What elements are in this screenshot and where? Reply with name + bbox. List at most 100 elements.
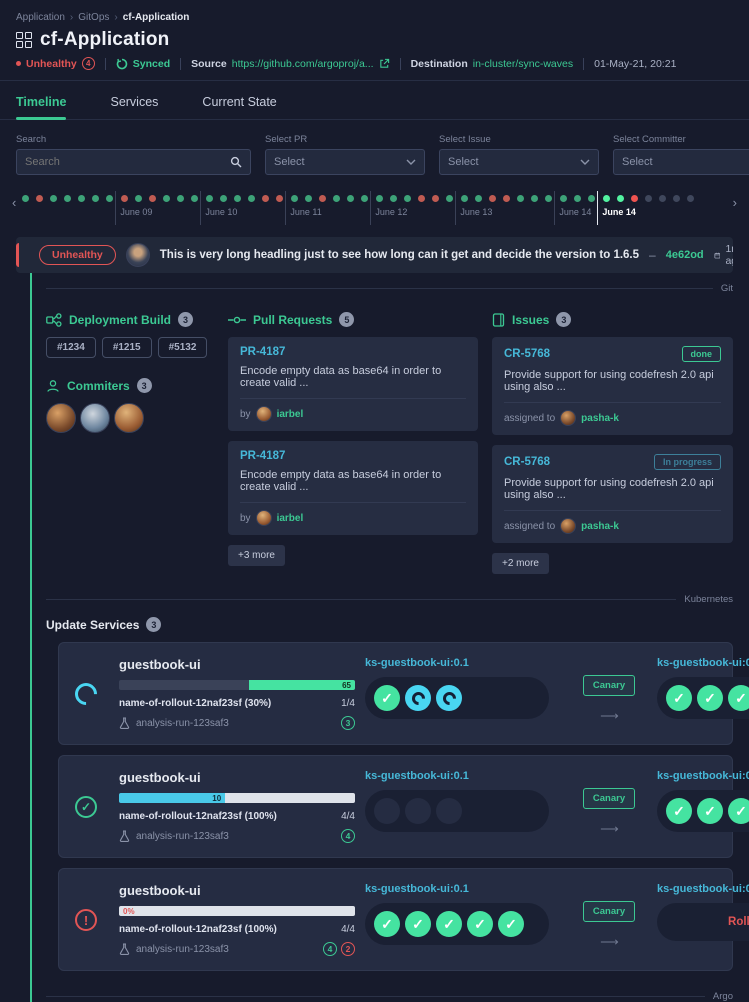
rollback-button[interactable]: Rollback [657,903,749,941]
timeline-dot[interactable] [291,195,298,202]
timeline-dot[interactable] [121,195,128,202]
timeline-dot[interactable] [347,195,354,202]
timeline-dot[interactable] [545,195,552,202]
issues-more-button[interactable]: +2 more [492,553,549,574]
issue-id-link[interactable]: CR-5768 [504,348,550,360]
search-input[interactable] [25,156,230,168]
deployment-build-column: Deployment Build 3 #1234#1215#5132 Commi… [46,304,214,574]
timeline-dot[interactable] [603,195,610,202]
health-status: Unhealthy 4 [16,57,95,70]
timeline-dot[interactable] [361,195,368,202]
kubernetes-section-divider: Kubernetes [46,584,733,609]
breadcrumb-gitops[interactable]: GitOps [78,12,109,23]
progressing-spinner-icon [70,678,101,709]
issue-card[interactable]: CR-5768 In progress Provide support for … [492,445,733,543]
timeline-dot[interactable] [517,195,524,202]
from-version-link[interactable]: ks-guestbook-ui:0.1 [365,770,561,782]
tag-pill: #1215 [102,337,152,358]
service-row: guestbook-ui 65 name-of-rollout-12naf23s… [58,642,733,745]
timeline-dot[interactable] [50,195,57,202]
pr-card[interactable]: PR-4187 Encode empty data as base64 in o… [228,337,478,431]
commiters-title: Commiters [67,379,130,393]
timeline-dot[interactable] [617,195,624,202]
issue-card[interactable]: CR-5768 done Provide support for using c… [492,337,733,435]
pr-id-link[interactable]: PR-4187 [240,450,466,462]
timeline-dot[interactable] [376,195,383,202]
timeline-dot[interactable] [64,195,71,202]
timeline-dot[interactable] [333,195,340,202]
timeline-dot[interactable] [248,195,255,202]
pr-card[interactable]: PR-4187 Encode empty data as base64 in o… [228,441,478,535]
timeline-dot[interactable] [262,195,269,202]
select-issue-dropdown[interactable]: Select [439,149,599,175]
timeline-dot[interactable] [531,195,538,202]
commit-hash-link[interactable]: 4e62od [666,249,704,261]
timeline-dot[interactable] [673,195,680,202]
issue-assignee[interactable]: pasha-k [581,521,619,532]
timeline-dot[interactable] [404,195,411,202]
timeline-dot[interactable] [659,195,666,202]
timeline-dot[interactable] [560,195,567,202]
timeline-dot[interactable] [220,195,227,202]
timeline-dot[interactable] [475,195,482,202]
timeline-dot[interactable] [206,195,213,202]
timeline-dot[interactable] [390,195,397,202]
timeline-dot[interactable] [687,195,694,202]
timeline-dot[interactable] [163,195,170,202]
timeline-dot[interactable] [631,195,638,202]
timeline-date-label: June 10 [205,207,237,217]
timeline-dot[interactable] [135,195,142,202]
timeline-dot[interactable] [588,195,595,202]
timeline-dot[interactable] [503,195,510,202]
from-pods: ✓ [365,677,549,719]
timeline-dot[interactable] [177,195,184,202]
timeline-dot[interactable] [22,195,29,202]
timeline-dot[interactable] [319,195,326,202]
to-version-link[interactable]: ks-guestbook-ui:0.2 [657,657,749,669]
to-version-link[interactable]: ks-guestbook-ui:0.2 [657,770,749,782]
search-icon[interactable] [230,156,242,168]
timeline-dot[interactable] [92,195,99,202]
timeline-dot[interactable] [645,195,652,202]
select-committer-dropdown[interactable]: Select [613,149,749,175]
from-version-link[interactable]: ks-guestbook-ui:0.1 [365,883,561,895]
flow-arrow-icon: ⟶ [600,821,618,837]
pr-author[interactable]: iarbel [277,513,304,524]
timeline-dot[interactable] [191,195,198,202]
issue-id-link[interactable]: CR-5768 [504,456,550,468]
timeline-dot[interactable] [489,195,496,202]
timeline-dot[interactable] [234,195,241,202]
timeline-next-icon[interactable]: › [727,191,743,214]
tab-services[interactable]: Services [110,95,158,119]
timeline-dot[interactable] [78,195,85,202]
analysis-badges: 42 [323,942,355,956]
timeline-dot[interactable] [432,195,439,202]
issue-assignee[interactable]: pasha-k [581,413,619,424]
breadcrumb-application[interactable]: Application [16,12,65,23]
timeline-dot[interactable] [446,195,453,202]
external-link-icon[interactable] [379,58,390,69]
tab-timeline[interactable]: Timeline [16,95,66,119]
timeline-dot[interactable] [149,195,156,202]
timeline-prev-icon[interactable]: ‹ [6,191,22,214]
pr-more-button[interactable]: +3 more [228,545,285,566]
pr-author[interactable]: iarbel [277,409,304,420]
timeline-dot[interactable] [418,195,425,202]
timeline-dot[interactable] [461,195,468,202]
timeline-dot[interactable] [574,195,581,202]
chevron-down-icon [406,159,416,165]
timeline-dot[interactable] [36,195,43,202]
tab-current-state[interactable]: Current State [202,95,276,119]
from-version-link[interactable]: ks-guestbook-ui:0.1 [365,657,561,669]
timeline-dot[interactable] [106,195,113,202]
pull-requests-column: Pull Requests 5 PR-4187 Encode empty dat… [228,304,478,574]
select-pr-dropdown[interactable]: Select [265,149,425,175]
timeline-dot[interactable] [305,195,312,202]
source-url-link[interactable]: https://github.com/argoproj/a... [232,58,374,70]
pod-check-icon: ✓ [467,911,493,937]
timeline-group: June 13 [455,191,552,225]
timeline-dot[interactable] [276,195,283,202]
pr-id-link[interactable]: PR-4187 [240,346,466,358]
to-version-link[interactable]: ks-guestbook-ui:0.2 [657,883,749,895]
flask-icon [119,830,130,842]
